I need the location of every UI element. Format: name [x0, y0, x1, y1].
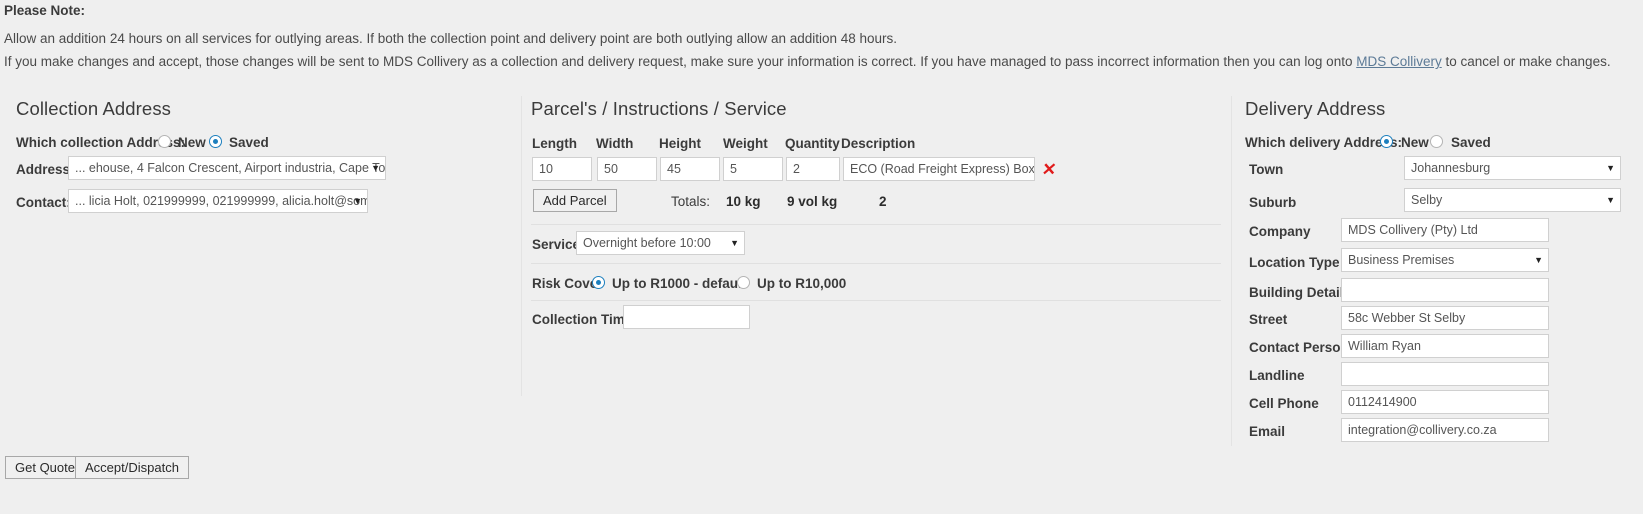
parcels-heading: Parcel's / Instructions / Service: [531, 98, 787, 119]
delivery-location-type-value: Business Premises: [1348, 253, 1455, 267]
delivery-address-new-radio[interactable]: [1380, 135, 1393, 148]
notice-block: Please Note: Allow an addition 24 hours …: [4, 0, 1639, 69]
risk-cover-r10000-label: Up to R10,000: [757, 276, 847, 291]
delivery-town-value: Johannesburg: [1411, 161, 1491, 175]
delivery-suburb-select[interactable]: Selby ▼: [1404, 188, 1621, 212]
chevron-down-icon: ▼: [371, 163, 380, 173]
risk-cover-r1000-radio[interactable]: [592, 276, 605, 289]
delivery-address-heading: Delivery Address: [1245, 98, 1386, 119]
column-header-description: Description: [841, 136, 916, 151]
total-volumetric-value: 9 vol kg: [787, 194, 838, 209]
total-weight-value: 10 kg: [726, 194, 761, 209]
chevron-down-icon: ▼: [730, 238, 739, 248]
add-parcel-button[interactable]: Add Parcel: [533, 189, 617, 212]
collection-contact-field-label: Contact:: [16, 195, 71, 210]
column-header-height: Height: [659, 136, 701, 151]
parcel-description-input[interactable]: ECO (Road Freight Express) Box: [843, 157, 1035, 181]
delivery-suburb-label: Suburb: [1249, 195, 1297, 210]
divider-after-service: [531, 263, 1221, 264]
delivery-town-select[interactable]: Johannesburg ▼: [1404, 156, 1621, 180]
delivery-town-label: Town: [1249, 162, 1284, 177]
delivery-landline-label: Landline: [1249, 368, 1305, 383]
column-header-quantity: Quantity: [785, 136, 840, 151]
delivery-contact-person-input[interactable]: William Ryan: [1341, 334, 1549, 358]
collection-time-label: Collection Time:: [532, 312, 637, 327]
collection-address-field-label: Address:: [16, 162, 75, 177]
divider-after-risk-cover: [531, 300, 1221, 301]
collection-contact-select[interactable]: ... licia Holt, 021999999, 021999999, al…: [68, 189, 368, 213]
parcel-width-input[interactable]: 50: [597, 157, 657, 181]
accept-dispatch-button[interactable]: Accept/Dispatch: [75, 456, 189, 479]
column-header-weight: Weight: [723, 136, 768, 151]
collection-address-select[interactable]: ... ehouse, 4 Falcon Crescent, Airport i…: [68, 156, 386, 180]
collection-time-input[interactable]: [623, 305, 750, 329]
mds-collivery-link[interactable]: MDS Collivery: [1356, 54, 1442, 69]
total-quantity-value: 2: [879, 194, 887, 209]
chevron-down-icon: ▼: [1606, 163, 1615, 173]
divider-after-parcels: [531, 224, 1221, 225]
service-label: Service: [532, 237, 581, 252]
collection-address-new-radio[interactable]: [158, 135, 171, 148]
notice-line-1: Allow an addition 24 hours on all servic…: [4, 31, 898, 46]
delivery-address-new-label: New: [1401, 135, 1429, 150]
risk-cover-r1000-label: Up to R1000 - default: [612, 276, 747, 291]
delivery-landline-input[interactable]: [1341, 362, 1549, 386]
collection-address-saved-label: Saved: [229, 135, 269, 150]
collection-contact-select-value: ... licia Holt, 021999999, 021999999, al…: [75, 194, 368, 208]
parcel-quantity-input[interactable]: 2: [786, 157, 840, 181]
get-quote-button[interactable]: Get Quote: [5, 456, 85, 479]
delivery-address-saved-label: Saved: [1451, 135, 1491, 150]
delivery-cell-phone-input[interactable]: 0112414900: [1341, 390, 1549, 414]
collection-address-saved-radio[interactable]: [209, 135, 222, 148]
delivery-cell-phone-label: Cell Phone: [1249, 396, 1319, 411]
column-divider-right: [1231, 96, 1232, 446]
delivery-address-saved-radio[interactable]: [1430, 135, 1443, 148]
delivery-company-input[interactable]: MDS Collivery (Pty) Ltd: [1341, 218, 1549, 242]
totals-label: Totals:: [671, 194, 711, 209]
chevron-down-icon: ▼: [1534, 255, 1543, 265]
service-select[interactable]: Overnight before 10:00 ▼: [576, 231, 745, 255]
notice-line-2-after: to cancel or make changes.: [1441, 54, 1611, 69]
chevron-down-icon: ▼: [1606, 195, 1615, 205]
notice-line-2-before: If you make changes and accept, those ch…: [4, 54, 1357, 69]
which-delivery-address-label: Which delivery Address:: [1245, 135, 1403, 150]
delivery-street-label: Street: [1249, 312, 1288, 327]
delivery-email-label: Email: [1249, 424, 1286, 439]
parcel-height-input[interactable]: 45: [660, 157, 720, 181]
delivery-company-label: Company: [1249, 224, 1311, 239]
delivery-street-input[interactable]: 58c Webber St Selby: [1341, 306, 1549, 330]
column-header-length: Length: [532, 136, 577, 151]
risk-cover-r10000-radio[interactable]: [737, 276, 750, 289]
parcel-length-input[interactable]: 10: [532, 157, 592, 181]
delivery-email-input[interactable]: integration@collivery.co.za: [1341, 418, 1549, 442]
column-header-width: Width: [596, 136, 634, 151]
collection-address-heading: Collection Address: [16, 98, 172, 119]
chevron-down-icon: ▼: [353, 196, 362, 206]
notice-title: Please Note:: [4, 3, 86, 18]
delivery-building-details-input[interactable]: [1341, 278, 1549, 302]
delivery-suburb-value: Selby: [1411, 193, 1443, 207]
quote-dispatch-page: Please Note: Allow an addition 24 hours …: [0, 0, 1643, 514]
collection-address-select-value: ... ehouse, 4 Falcon Crescent, Airport i…: [75, 161, 386, 175]
service-select-value: Overnight before 10:00: [583, 236, 711, 250]
column-divider-left: [521, 96, 522, 396]
delivery-location-type-select[interactable]: Business Premises ▼: [1341, 248, 1549, 272]
notice-line-2: If you make changes and accept, those ch…: [4, 53, 1611, 71]
collection-address-new-label: New: [178, 135, 206, 150]
delivery-location-type-label: Location Type: [1249, 255, 1340, 270]
delivery-contact-person-label: Contact Person: [1249, 340, 1349, 355]
parcel-weight-input[interactable]: 5: [723, 157, 783, 181]
delivery-building-details-label: Building Details: [1249, 285, 1352, 300]
delete-parcel-icon[interactable]: ✕: [1041, 160, 1058, 179]
